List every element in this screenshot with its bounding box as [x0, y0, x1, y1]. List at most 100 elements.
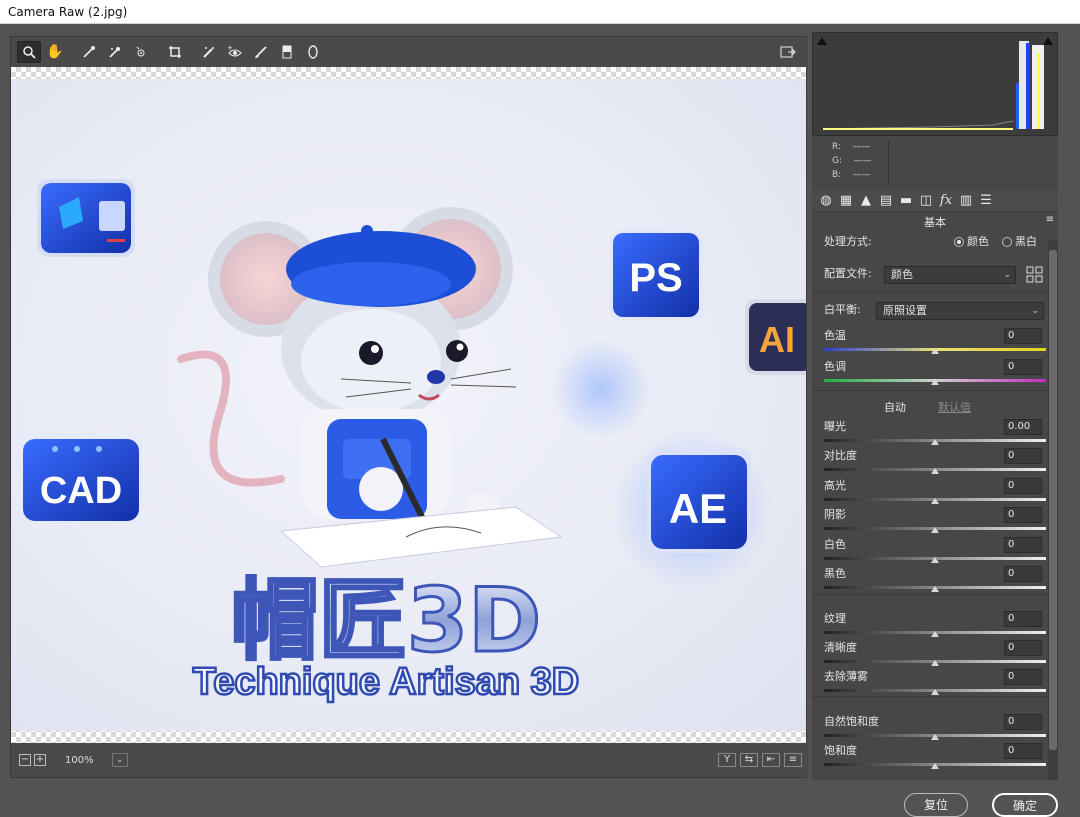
panel-scrollbar[interactable]: [1048, 240, 1058, 780]
svg-text:PS: PS: [629, 256, 682, 300]
slider-thumb[interactable]: [931, 439, 939, 445]
panel-menu-icon[interactable]: ≡: [1046, 214, 1054, 225]
r-value: ——: [852, 142, 871, 152]
copy-settings-icon[interactable]: ⇤: [762, 753, 780, 767]
svg-text:AE: AE: [669, 485, 727, 532]
svg-text:+: +: [227, 45, 233, 52]
slider-value-input[interactable]: 0: [1004, 714, 1042, 730]
slider-thumb[interactable]: [931, 660, 939, 666]
targeted-adjustment-tool-icon[interactable]: [129, 41, 153, 63]
zoom-dropdown[interactable]: ⌄: [111, 753, 128, 767]
slider-thumb[interactable]: [931, 348, 939, 354]
image-canvas[interactable]: PS AI CAD AE 帽匠3D Technique Artisan 3D: [11, 67, 806, 743]
slider-value-input[interactable]: 0: [1004, 328, 1042, 344]
white-balance-tool-icon[interactable]: [77, 41, 101, 63]
slider-thumb[interactable]: [931, 586, 939, 592]
panel-title: 基本: [924, 216, 946, 229]
histogram: [812, 32, 1058, 136]
radio-icon: [954, 237, 964, 247]
graduated-filter-tool-icon[interactable]: [275, 41, 299, 63]
panel-tabs: ◍ ▦ ▲ ▤ ▬ ◫ fx ▥ ☰: [812, 190, 1058, 212]
tab-tone-curve-icon[interactable]: ▦: [836, 193, 856, 208]
red-eye-tool-icon[interactable]: +: [223, 41, 247, 63]
preview-image: PS AI CAD AE 帽匠3D Technique Artisan 3D: [11, 79, 806, 731]
slider-thumb[interactable]: [931, 379, 939, 385]
tab-lens-icon[interactable]: ◫: [916, 193, 936, 208]
swap-settings-icon[interactable]: ⇆: [740, 753, 758, 767]
slider-thumb[interactable]: [931, 527, 939, 533]
treatment-bw-label: 黑白: [1015, 235, 1037, 248]
slider-label: 对比度: [824, 449, 857, 462]
zoom-in-button[interactable]: +: [34, 754, 46, 766]
slider-value-input[interactable]: 0: [1004, 669, 1042, 685]
slider-value-input[interactable]: 0: [1004, 537, 1042, 553]
chevron-down-icon: ⌄: [1003, 270, 1011, 280]
tab-basic-icon[interactable]: ◍: [816, 193, 836, 208]
treatment-color-radio[interactable]: 颜色: [954, 232, 989, 252]
tab-effects-icon[interactable]: fx: [936, 193, 956, 208]
white-balance-dropdown[interactable]: 原照设置 ⌄: [876, 302, 1044, 320]
ai-badge: AI: [745, 299, 806, 375]
slider-value-input[interactable]: 0: [1004, 359, 1042, 375]
slider-thumb[interactable]: [931, 557, 939, 563]
slider-value-input[interactable]: 0: [1004, 611, 1042, 627]
default-button[interactable]: 默认值: [938, 398, 971, 418]
zoom-tool-icon[interactable]: [17, 41, 41, 63]
divider: [812, 696, 1056, 697]
slider-value-input[interactable]: 0: [1004, 448, 1042, 464]
fullscreen-icon[interactable]: [776, 41, 800, 63]
auto-button[interactable]: 自动: [884, 398, 906, 418]
camera-raw-app: ✋ + PS AI CAD AE 帽匠3D Technique Artisan …: [0, 24, 1080, 817]
toggle-settings-icon[interactable]: ≡: [784, 753, 802, 767]
treatment-bw-radio[interactable]: 黑白: [1002, 232, 1037, 252]
r-label: R:: [832, 142, 842, 152]
tab-split-toning-icon[interactable]: ▬: [896, 193, 916, 208]
profile-browser-icon[interactable]: [1026, 266, 1044, 284]
g-value: ——: [853, 156, 872, 166]
tab-detail-icon[interactable]: ▲: [856, 193, 876, 208]
slider-label: 白色: [824, 538, 846, 551]
ok-button[interactable]: 确定: [992, 793, 1058, 817]
slider-thumb[interactable]: [931, 734, 939, 740]
slider-label: 黑色: [824, 567, 846, 580]
ae-badge: AE: [647, 447, 751, 553]
right-panel: R: —— G: —— B: —— ◍ ▦ ▲ ▤ ▬ ◫ fx ▥ ☰ 基本 …: [812, 32, 1058, 780]
slider-value-input[interactable]: 0: [1004, 743, 1042, 759]
rgb-readout: R: —— G: —— B: ——: [812, 136, 1058, 188]
slider-label: 纹理: [824, 612, 846, 625]
radial-filter-tool-icon[interactable]: [301, 41, 325, 63]
folder-badge: [37, 179, 135, 257]
slider-value-input[interactable]: 0: [1004, 507, 1042, 523]
divider: [812, 292, 1056, 293]
color-sampler-tool-icon[interactable]: [103, 41, 127, 63]
slider-value-input[interactable]: 0.00: [1004, 419, 1042, 435]
slider-label: 饱和度: [824, 744, 857, 757]
before-after-toggle[interactable]: Y: [718, 753, 736, 767]
profile-dropdown[interactable]: 颜色 ⌄: [884, 266, 1016, 284]
slider-label: 阴影: [824, 508, 846, 521]
tab-calibration-icon[interactable]: ▥: [956, 193, 976, 208]
hand-tool-icon[interactable]: ✋: [43, 41, 67, 63]
slider-thumb[interactable]: [931, 468, 939, 474]
slider-thumb[interactable]: [931, 498, 939, 504]
slider-value-input[interactable]: 0: [1004, 478, 1042, 494]
spot-removal-tool-icon[interactable]: [197, 41, 221, 63]
tab-hsl-icon[interactable]: ▤: [876, 193, 896, 208]
work-pane: ✋ + PS AI CAD AE 帽匠3D Technique Artisan …: [10, 36, 808, 778]
chevron-down-icon: ⌄: [1031, 306, 1039, 316]
slider-thumb[interactable]: [931, 689, 939, 695]
radio-icon: [1002, 237, 1012, 247]
adjustment-brush-tool-icon[interactable]: [249, 41, 273, 63]
crop-tool-icon[interactable]: [163, 41, 187, 63]
slider-label: 自然饱和度: [824, 715, 879, 728]
slider-thumb[interactable]: [931, 631, 939, 637]
scrollbar-thumb[interactable]: [1049, 250, 1057, 750]
logo-subtitle: Technique Artisan 3D: [193, 661, 579, 703]
slider-thumb[interactable]: [931, 763, 939, 769]
zoom-out-button[interactable]: −: [19, 754, 31, 766]
tab-presets-icon[interactable]: ☰: [976, 193, 996, 208]
auto-row: 自动 默认值: [824, 398, 1054, 418]
slider-value-input[interactable]: 0: [1004, 640, 1042, 656]
slider-value-input[interactable]: 0: [1004, 566, 1042, 582]
reset-button[interactable]: 复位: [904, 793, 968, 817]
